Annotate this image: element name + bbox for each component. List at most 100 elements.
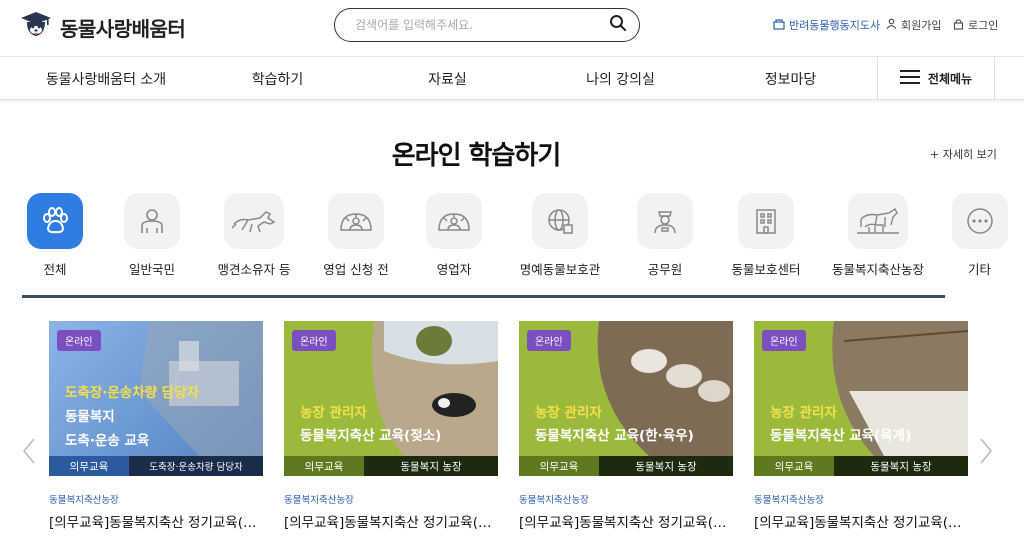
sun-person-icon [328, 193, 384, 249]
category-public-official[interactable]: 공무원 [615, 193, 715, 278]
chevron-right-icon [979, 437, 993, 469]
course-card[interactable]: 온라인 농장 관리자 동물복지축산 교육(젖소) 의무교육 동물복지 농장 동물… [284, 321, 498, 531]
building-small-icon [773, 18, 785, 33]
card-category: 동물복지축산농장 [49, 495, 119, 506]
card-category: 동물복지축산농장 [519, 495, 589, 506]
sun-person-icon [426, 193, 482, 249]
thumb-bar-left: 의무교육 [754, 456, 834, 476]
officer-icon [637, 193, 693, 249]
more-icon [952, 193, 1008, 249]
thumb-bar: 의무교육 동물복지 농장 [284, 456, 498, 476]
online-badge: 온라인 [292, 330, 336, 351]
carousel-next-button[interactable] [976, 438, 996, 468]
nav-item-library[interactable]: 자료실 [375, 57, 520, 100]
online-badge: 온라인 [57, 330, 101, 351]
category-scroll-thumb[interactable] [22, 295, 946, 298]
thumb-bar-left: 의무교육 [284, 456, 364, 476]
thumb-bar-right: 동물복지 농장 [834, 456, 968, 476]
signup-label: 회원가입 [901, 19, 942, 32]
category-before-business-application[interactable]: 영업 신청 전 [306, 193, 406, 278]
online-badge: 온라인 [527, 330, 571, 351]
user-icon [886, 18, 897, 32]
category-label: 동물복지축산농장 [831, 262, 924, 277]
nav-item-learning[interactable]: 학습하기 [205, 57, 350, 100]
category-all[interactable]: 전체 [5, 193, 105, 278]
category-other[interactable]: 기타 [930, 193, 1024, 278]
category-business-operator[interactable]: 영업자 [404, 193, 504, 278]
card-category: 동물복지축산농장 [754, 495, 824, 506]
category-label: 기타 [968, 262, 992, 277]
signup-link[interactable]: 회원가입 [886, 17, 941, 33]
thumb-bar: 의무교육 동물복지 농장 [754, 456, 968, 476]
category-honorary-protector[interactable]: 명예동물보호관 [510, 193, 610, 278]
person-icon [124, 193, 180, 249]
all-menu-button[interactable]: 전체메뉴 [877, 57, 995, 100]
farm-animals-icon [848, 193, 908, 249]
paw-icon [27, 193, 83, 249]
thumb-bar-left: 의무교육 [519, 456, 599, 476]
more-link[interactable]: + 자세히 보기 [930, 146, 997, 162]
category-animal-shelter[interactable]: 동물보호센터 [716, 193, 816, 278]
thumb-bar-left: 의무교육 [49, 456, 129, 476]
thumb-line3: 도축·운송 교육 [65, 433, 150, 449]
category-label: 영업자 [436, 262, 472, 277]
category-dangerous-dog-owner[interactable]: 맹견소유자 등 [204, 193, 304, 278]
thumb-line1: 농장 관리자 [770, 405, 837, 421]
category-label: 전체 [43, 262, 67, 277]
course-card[interactable]: 온라인 농장 관리자 동물복지축산 교육(한·육우) 의무교육 동물복지 농장 … [519, 321, 733, 531]
hamburger-icon [899, 70, 920, 87]
logo-text: 동물사랑배움터 [60, 16, 186, 41]
course-thumbnail: 온라인 농장 관리자 동물복지축산 교육(한·육우) 의무교육 동물복지 농장 [519, 321, 733, 476]
course-thumbnail: 온라인 농장 관리자 동물복지축산 교육(육계) 의무교육 동물복지 농장 [754, 321, 968, 476]
behavior-guide-link[interactable]: 반려동물행동지도사 [773, 17, 880, 33]
lock-icon [953, 18, 964, 33]
search-box [334, 8, 640, 42]
globe-icon [532, 193, 588, 249]
behavior-guide-label: 반려동물행동지도사 [789, 19, 881, 32]
search-input[interactable] [355, 18, 609, 32]
carousel-prev-button[interactable] [19, 438, 39, 468]
login-label: 로그인 [968, 19, 999, 32]
thumb-line2: 동물복지축산 교육(한·육우) [535, 428, 694, 444]
category-welfare-livestock-farm[interactable]: 동물복지축산농장 [828, 193, 928, 278]
category-label: 맹견소유자 등 [217, 262, 291, 277]
card-title[interactable]: [의무교육]동물복지축산 정기교육(젖소) [284, 511, 498, 531]
thumb-line2: 동물복지축산 교육(젖소) [300, 428, 442, 444]
thumb-line2: 동물복지 [65, 409, 115, 425]
main-nav: 동물사랑배움터 소개 학습하기 자료실 나의 강의실 정보마당 전체메뉴 [0, 57, 1024, 100]
building-icon [738, 193, 794, 249]
chevron-left-icon [22, 437, 36, 469]
site-logo[interactable]: 동물사랑배움터 [20, 10, 186, 44]
search-icon[interactable] [609, 14, 627, 36]
thumb-bar: 의무교육 도축장·운송차량 담당자 [49, 456, 263, 476]
course-thumbnail: 온라인 도축장·운송차량 담당자 동물복지 도축·운송 교육 의무교육 도축장·… [49, 321, 263, 476]
course-card[interactable]: 온라인 도축장·운송차량 담당자 동물복지 도축·운송 교육 의무교육 도축장·… [49, 321, 263, 531]
nav-item-my-classroom[interactable]: 나의 강의실 [548, 57, 693, 100]
all-menu-label: 전체메뉴 [927, 72, 973, 86]
login-link[interactable]: 로그인 [953, 17, 998, 33]
category-label: 영업 신청 전 [323, 262, 389, 277]
thumb-bar-right: 동물복지 농장 [364, 456, 498, 476]
nav-item-info[interactable]: 정보마당 [718, 57, 863, 100]
thumb-line1: 농장 관리자 [535, 405, 602, 421]
section-title: 온라인 학습하기 [391, 141, 562, 171]
category-general-public[interactable]: 일반국민 [102, 193, 202, 278]
category-scroll-track[interactable] [22, 295, 946, 298]
nav-item-about[interactable]: 동물사랑배움터 소개 [20, 57, 192, 100]
dog-icon [224, 193, 284, 249]
online-badge: 온라인 [762, 330, 806, 351]
category-label: 일반국민 [128, 262, 175, 277]
card-title[interactable]: [의무교육]동물복지축산 정기교육(육계) [754, 511, 968, 531]
thumb-bar-right: 도축장·운송차량 담당자 [129, 456, 263, 476]
course-card[interactable]: 온라인 농장 관리자 동물복지축산 교육(육계) 의무교육 동물복지 농장 동물… [754, 321, 968, 531]
thumb-line1: 농장 관리자 [300, 405, 367, 421]
card-title[interactable]: [의무교육]동물복지축산 정기교육(한·육우) [519, 511, 733, 531]
category-label: 공무원 [647, 262, 683, 277]
thumb-bar: 의무교육 동물복지 농장 [519, 456, 733, 476]
thumb-bar-right: 동물복지 농장 [599, 456, 733, 476]
thumb-line1: 도축장·운송차량 담당자 [65, 385, 200, 401]
card-title[interactable]: [의무교육]동물복지축산 정기교육(도축·운송) [49, 511, 263, 531]
graduation-dog-icon [20, 10, 52, 44]
site-header: 동물사랑배움터 반려동물행동지도사 회원가입 로그인 [0, 0, 1024, 57]
category-label: 명예동물보호관 [519, 262, 601, 277]
